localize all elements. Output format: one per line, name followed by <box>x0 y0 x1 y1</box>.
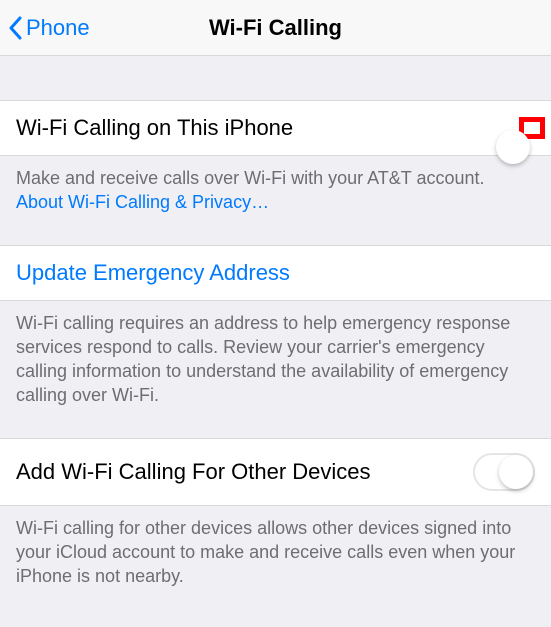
page-title: Wi-Fi Calling <box>209 15 342 41</box>
highlight-box <box>519 117 545 139</box>
wifi-calling-row: Wi-Fi Calling on This iPhone <box>0 100 551 156</box>
other-devices-footer-text: Wi-Fi calling for other devices allows o… <box>16 518 515 587</box>
other-devices-label: Add Wi-Fi Calling For Other Devices <box>16 459 371 485</box>
back-button[interactable]: Phone <box>8 0 90 55</box>
section-spacer <box>0 420 551 438</box>
update-emergency-address-label: Update Emergency Address <box>16 260 290 286</box>
other-devices-toggle[interactable] <box>473 453 535 491</box>
section-spacer <box>0 227 551 245</box>
wifi-calling-footer: Make and receive calls over Wi-Fi with y… <box>0 156 551 227</box>
about-wifi-calling-link[interactable]: About Wi-Fi Calling & Privacy… <box>16 192 269 212</box>
toggle-knob <box>496 130 530 164</box>
wifi-calling-footer-text: Make and receive calls over Wi-Fi with y… <box>16 168 485 188</box>
emergency-footer-text: Wi-Fi calling requires an address to hel… <box>16 313 510 406</box>
other-devices-footer: Wi-Fi calling for other devices allows o… <box>0 506 551 601</box>
other-devices-row: Add Wi-Fi Calling For Other Devices <box>0 438 551 506</box>
wifi-calling-label: Wi-Fi Calling on This iPhone <box>16 115 293 141</box>
section-spacer <box>0 56 551 100</box>
emergency-footer: Wi-Fi calling requires an address to hel… <box>0 301 551 420</box>
back-label: Phone <box>26 15 90 41</box>
nav-bar: Phone Wi-Fi Calling <box>0 0 551 56</box>
chevron-left-icon <box>8 16 22 40</box>
update-emergency-address-row[interactable]: Update Emergency Address <box>0 245 551 301</box>
toggle-knob <box>499 455 533 489</box>
